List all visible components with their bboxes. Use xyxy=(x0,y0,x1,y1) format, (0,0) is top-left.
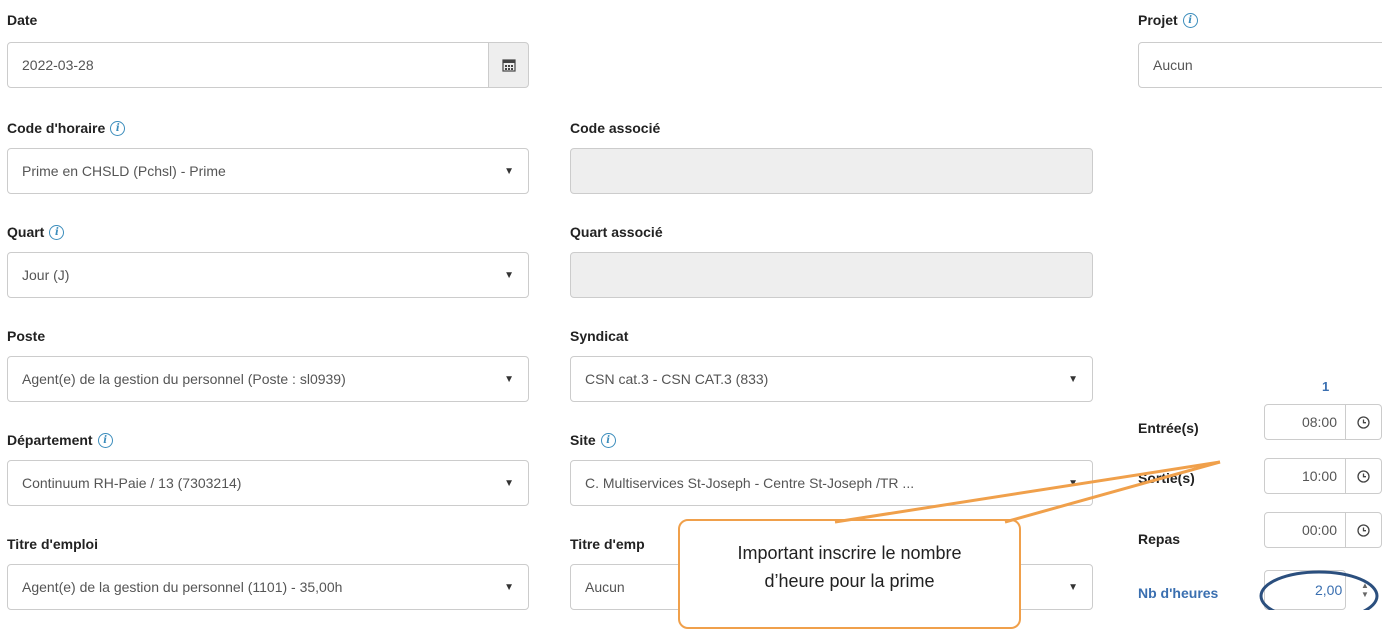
info-icon[interactable]: i xyxy=(600,432,616,448)
sortie-label-text: Sortie(s) xyxy=(1138,470,1195,486)
clock-icon xyxy=(1357,469,1370,483)
info-icon[interactable]: i xyxy=(1182,12,1198,28)
callout-line-2: d’heure pour la prime xyxy=(764,571,935,591)
syndicat-label-text: Syndicat xyxy=(570,328,629,344)
entree-clock-button[interactable] xyxy=(1346,404,1382,440)
nb-heures-label: Nb d'heures xyxy=(1138,585,1218,601)
projet-value: Aucun xyxy=(1153,57,1193,73)
repas-value: 00:00 xyxy=(1301,522,1337,538)
site-value: C. Multiservices St-Joseph - Centre St-J… xyxy=(585,475,915,491)
spinner-down-icon[interactable]: ▼ xyxy=(1361,590,1369,599)
caret-down-icon: ▼ xyxy=(1068,373,1078,385)
repas-label-text: Repas xyxy=(1138,531,1181,547)
entree-input[interactable]: 08:00 xyxy=(1264,404,1346,440)
sortie-input[interactable]: 10:00 xyxy=(1264,458,1346,494)
sortie-clock-button[interactable] xyxy=(1346,458,1382,494)
date-label-text: Date xyxy=(7,12,38,28)
poste-label: Poste xyxy=(7,328,45,344)
poste-value: Agent(e) de la gestion du personnel (Pos… xyxy=(22,371,346,387)
departement-value: Continuum RH-Paie / 13 (7303214) xyxy=(22,475,242,491)
calendar-button[interactable] xyxy=(488,42,529,88)
quart-label: Quart i xyxy=(7,224,65,240)
info-icon[interactable]: i xyxy=(110,120,126,136)
clock-icon xyxy=(1357,523,1370,537)
entree-value: 08:00 xyxy=(1301,414,1337,430)
titre-emploi-2-label: Titre d'emp xyxy=(570,536,645,552)
syndicat-label: Syndicat xyxy=(570,328,628,344)
date-input[interactable]: 2022-03-28 xyxy=(7,42,489,88)
calendar-icon xyxy=(501,59,516,72)
quart-value: Jour (J) xyxy=(22,267,70,283)
projet-select[interactable]: Aucun xyxy=(1138,42,1382,88)
syndicat-value: CSN cat.3 - CSN CAT.3 (833) xyxy=(585,371,769,387)
titre-emploi-value: Agent(e) de la gestion du personnel (110… xyxy=(22,579,343,595)
repas-label: Repas xyxy=(1138,531,1180,547)
entree-label: Entrée(s) xyxy=(1138,420,1199,436)
titre-emploi-label: Titre d'emploi xyxy=(7,536,98,552)
departement-label-text: Département xyxy=(7,432,93,448)
projet-label-text: Projet xyxy=(1138,12,1178,28)
caret-down-icon: ▼ xyxy=(504,165,514,177)
code-associe-label-text: Code associé xyxy=(570,120,661,136)
code-associe-input xyxy=(570,148,1093,194)
repas-clock-button[interactable] xyxy=(1346,512,1382,548)
nb-heures-input[interactable]: 2,00 xyxy=(1264,570,1346,610)
date-label: Date xyxy=(7,12,37,28)
code-horaire-label-text: Code d'horaire xyxy=(7,120,106,136)
info-icon[interactable]: i xyxy=(49,224,65,240)
code-associe-label: Code associé xyxy=(570,120,660,136)
caret-down-icon: ▼ xyxy=(504,477,514,489)
annotation-callout: Important inscrire le nombre d’heure pou… xyxy=(678,519,1021,629)
titre-emploi-label-text: Titre d'emploi xyxy=(7,536,98,552)
caret-down-icon: ▼ xyxy=(1068,581,1078,593)
hours-column-number: 1 xyxy=(1322,379,1330,394)
departement-label: Département i xyxy=(7,432,113,448)
info-icon[interactable]: i xyxy=(97,432,113,448)
code-horaire-select[interactable]: Prime en CHSLD (Pchsl) - Prime ▼ xyxy=(7,148,529,194)
caret-down-icon: ▼ xyxy=(504,373,514,385)
sortie-value: 10:00 xyxy=(1301,468,1337,484)
caret-down-icon: ▼ xyxy=(504,269,514,281)
quart-label-text: Quart xyxy=(7,224,45,240)
quart-associe-label-text: Quart associé xyxy=(570,224,663,240)
site-label-text: Site xyxy=(570,432,596,448)
departement-select[interactable]: Continuum RH-Paie / 13 (7303214) ▼ xyxy=(7,460,529,506)
quart-associe-label: Quart associé xyxy=(570,224,663,240)
poste-select[interactable]: Agent(e) de la gestion du personnel (Pos… xyxy=(7,356,529,402)
syndicat-select[interactable]: CSN cat.3 - CSN CAT.3 (833) ▼ xyxy=(570,356,1093,402)
clock-icon xyxy=(1357,415,1370,429)
titre-emploi-select[interactable]: Agent(e) de la gestion du personnel (110… xyxy=(7,564,529,610)
projet-label: Projet i xyxy=(1138,12,1198,28)
code-horaire-value: Prime en CHSLD (Pchsl) - Prime xyxy=(22,163,226,179)
nb-heures-spinner[interactable]: ▲ ▼ xyxy=(1358,572,1372,608)
quart-associe-input xyxy=(570,252,1093,298)
nb-heures-label-text: Nb d'heures xyxy=(1138,585,1219,601)
repas-input[interactable]: 00:00 xyxy=(1264,512,1346,548)
caret-down-icon: ▼ xyxy=(504,581,514,593)
poste-label-text: Poste xyxy=(7,328,46,344)
entree-label-text: Entrée(s) xyxy=(1138,420,1199,436)
date-value: 2022-03-28 xyxy=(22,57,94,73)
titre-emploi-2-label-text: Titre d'emp xyxy=(570,536,645,552)
spinner-up-icon[interactable]: ▲ xyxy=(1361,581,1369,590)
callout-line-1: Important inscrire le nombre xyxy=(737,543,962,563)
site-label: Site i xyxy=(570,432,616,448)
quart-select[interactable]: Jour (J) ▼ xyxy=(7,252,529,298)
nb-heures-value: 2,00 xyxy=(1315,582,1343,598)
caret-down-icon: ▼ xyxy=(1068,477,1078,489)
sortie-label: Sortie(s) xyxy=(1138,470,1195,486)
site-select[interactable]: C. Multiservices St-Joseph - Centre St-J… xyxy=(570,460,1093,506)
code-horaire-label: Code d'horaire i xyxy=(7,120,126,136)
